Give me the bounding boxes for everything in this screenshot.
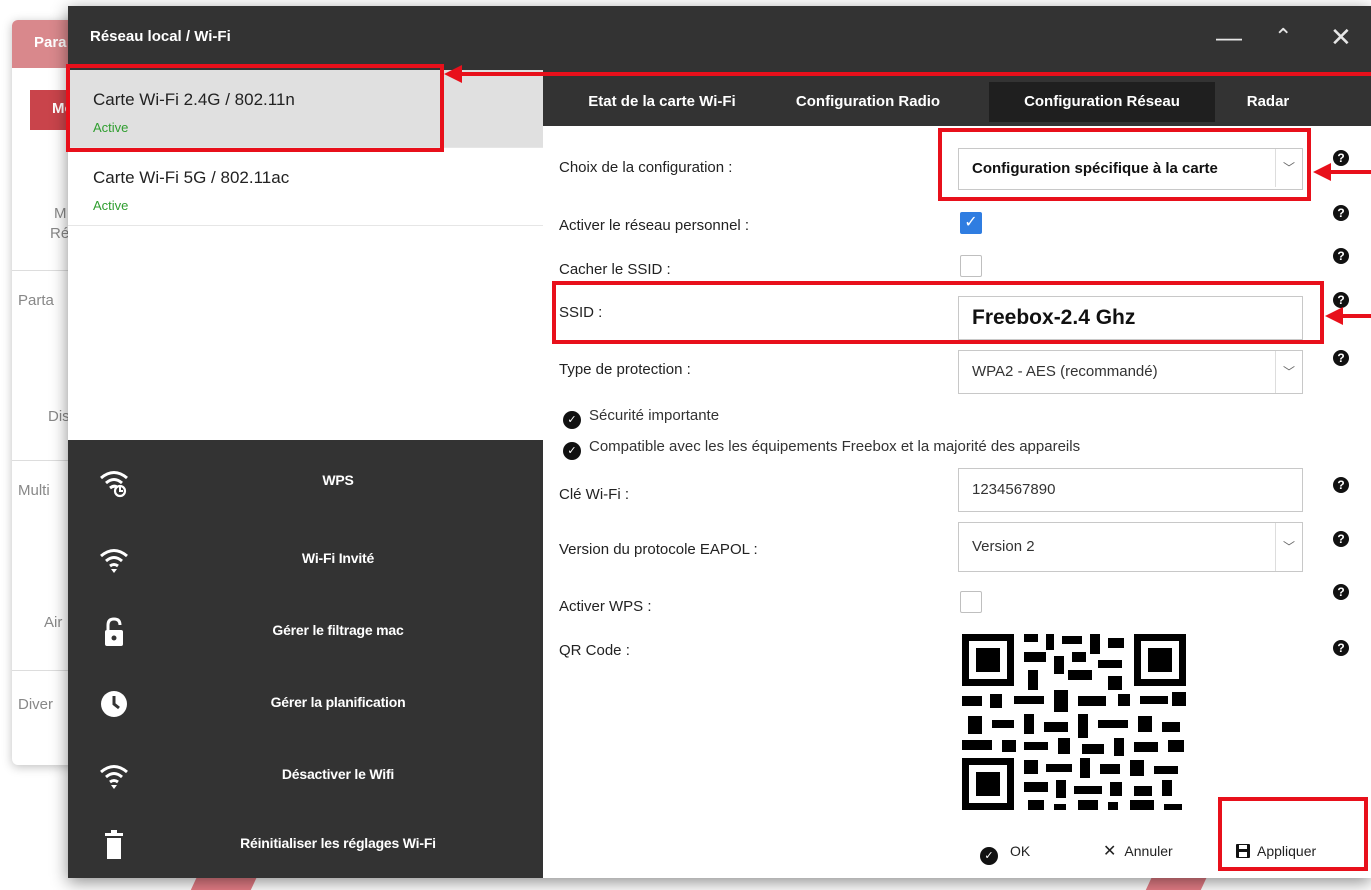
annotation-highlight-ssid [552,281,1324,344]
reset-wifi-action[interactable]: Réinitialiser les réglages Wi-Fi [68,815,543,875]
check-circle-icon: ✓ [980,847,998,865]
lock-open-icon [105,617,123,646]
help-icon[interactable]: ? [1333,205,1349,221]
help-icon[interactable]: ? [1333,150,1349,166]
tab-bar: Etat de la carte Wi-Fi Configuration Rad… [543,70,1371,126]
chevron-down-icon: ﹀ [1275,523,1302,571]
security-note: ✓ Sécurité importante [563,407,719,429]
tab-wifi-status[interactable]: Etat de la carte Wi-Fi [557,82,767,122]
wps-checkbox[interactable] [960,591,982,613]
personal-network-label: Activer le réseau personnel : [559,217,750,234]
wifi-icon [100,765,128,789]
tab-network-config[interactable]: Configuration Réseau [989,82,1215,122]
compat-note: ✓ Compatible avec les les équipements Fre… [563,438,1080,460]
help-icon[interactable]: ? [1333,531,1349,547]
background-section: Parta [18,292,54,309]
background-text: M [54,205,67,222]
tab-radar[interactable]: Radar [1223,82,1313,122]
annotation-arrowhead [1325,307,1343,325]
background-title-fragment: Para [34,34,67,51]
wifi-card-5g[interactable]: Carte Wi-Fi 5G / 802.11ac Active [68,148,543,226]
chevron-down-icon: ﹀ [1275,351,1302,393]
protection-select[interactable]: WPA2 - AES (recommandé) ﹀ [958,350,1303,394]
qr-code-image [958,630,1190,814]
action-label: Gérer le filtrage mac [272,622,404,638]
background-text: Ré [50,225,70,242]
annotation-arrow [1330,170,1371,174]
ok-label: OK [1010,843,1031,859]
sidebar: Carte Wi-Fi 2.4G / 802.11n Active Carte … [68,70,543,878]
security-note-text: Sécurité importante [589,407,720,424]
card-name: Carte Wi-Fi 5G / 802.11ac [93,168,290,187]
hide-ssid-checkbox[interactable] [960,255,982,277]
annotation-highlight-config [938,128,1311,201]
action-label: Désactiver le Wifi [281,766,395,782]
help-icon[interactable]: ? [1333,292,1349,308]
close-icon: ✕ [1103,843,1117,860]
wifi-wps-icon [100,471,128,498]
guest-wifi-action[interactable]: Wi-Fi Invité [68,530,543,590]
background-section: Multi [18,482,50,499]
hide-ssid-label: Cacher le SSID : [559,261,671,278]
window-title: Réseau local / Wi-Fi [90,28,231,45]
cancel-button[interactable]: ✕ Annuler [1103,836,1173,866]
help-icon[interactable]: ? [1333,477,1349,493]
help-icon[interactable]: ? [1333,350,1349,366]
annotation-arrowhead [1313,163,1331,181]
wifi-key-value: 1234567890 [972,481,1056,498]
personal-network-checkbox[interactable]: ✓ [960,212,982,234]
config-label: Choix de la configuration : [559,159,733,176]
protection-label: Type de protection : [559,361,691,378]
eapol-label: Version du protocole EAPOL : [559,541,758,558]
annotation-arrow [460,72,1371,76]
help-icon[interactable]: ? [1333,584,1349,600]
background-text: Air [44,614,63,631]
annotation-highlight-apply [1218,797,1368,871]
protection-select-value: WPA2 - AES (recommandé) [972,363,1158,380]
action-label: Gérer la planification [270,694,406,710]
action-label: Wi-Fi Invité [301,550,375,566]
wps-label: Activer WPS : [559,598,652,615]
maximize-button[interactable]: ⌃ [1274,20,1292,54]
check-circle-icon: ✓ [563,442,581,460]
help-icon[interactable]: ? [1333,640,1349,656]
cancel-label: Annuler [1124,843,1173,859]
qr-code-label: QR Code : [559,642,630,659]
background-text: Dis [48,408,70,425]
eapol-select[interactable]: Version 2 ﹀ [958,522,1303,572]
close-button[interactable]: ✕ [1330,20,1352,54]
compat-note-text: Compatible avec les les équipements Free… [589,438,1081,455]
action-label: WPS [322,472,354,488]
ok-button[interactable]: ✓ OK [980,836,1030,866]
schedule-action[interactable]: Gérer la planification [68,674,543,734]
network-config-panel: Choix de la configuration : Configuratio… [543,126,1371,878]
action-label: Réinitialiser les réglages Wi-Fi [240,835,436,851]
wps-action[interactable]: WPS [68,452,543,512]
clock-icon [101,691,127,717]
mac-filter-action[interactable]: Gérer le filtrage mac [68,602,543,662]
wifi-key-label: Clé Wi-Fi : [559,486,629,503]
tab-radio-config[interactable]: Configuration Radio [773,82,963,122]
window-titlebar: Réseau local / Wi-Fi — ⌃ ✕ [68,6,1371,70]
annotation-highlight-card [66,64,444,152]
eapol-select-value: Version 2 [972,538,1035,555]
annotation-arrowhead [444,65,462,83]
help-icon[interactable]: ? [1333,248,1349,264]
background-section: Diver [18,696,54,713]
wifi-icon [100,549,128,573]
wifi-key-input[interactable]: 1234567890 [958,468,1303,512]
disable-wifi-action[interactable]: Désactiver le Wifi [68,746,543,806]
annotation-arrow [1342,314,1371,318]
card-status: Active [93,198,129,213]
trash-icon [105,830,123,859]
minimize-button[interactable]: — [1216,20,1242,54]
check-circle-icon: ✓ [563,411,581,429]
